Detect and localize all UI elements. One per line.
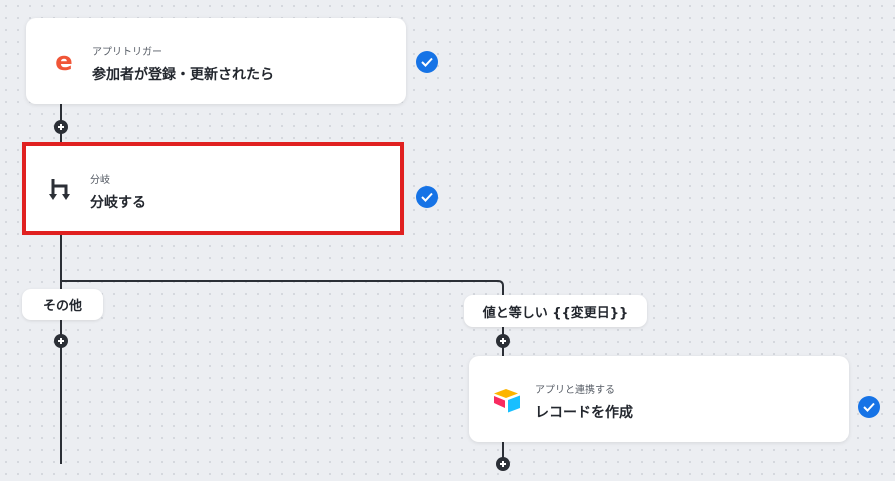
airtable-card[interactable]: アプリと連携する レコードを作成: [469, 356, 849, 442]
add-step-button[interactable]: [496, 457, 510, 471]
svg-text:e: e: [55, 49, 73, 75]
selection-highlight: [22, 142, 404, 235]
eventbrite-e-icon: e: [48, 46, 80, 78]
add-step-button[interactable]: [496, 334, 510, 348]
trigger-card[interactable]: e アプリトリガー 参加者が登録・更新されたら: [26, 18, 406, 104]
branch-corner: [494, 280, 504, 290]
connector-line: [60, 232, 62, 464]
add-step-button[interactable]: [54, 120, 68, 134]
card-title: 参加者が登録・更新されたら: [92, 67, 274, 83]
card-subtitle: アプリと連携する: [535, 385, 615, 396]
card-title: レコードを作成: [535, 405, 633, 421]
branch-connector-line: [60, 280, 498, 282]
add-step-button[interactable]: [54, 334, 68, 348]
branch-label-other[interactable]: その他: [22, 289, 103, 320]
branch-label-condition[interactable]: 値と等しい {{変更日}}: [464, 295, 647, 327]
check-icon: [416, 186, 438, 208]
check-icon: [416, 51, 438, 73]
card-subtitle: アプリトリガー: [92, 47, 162, 58]
airtable-icon: [491, 384, 523, 416]
check-icon: [858, 396, 880, 418]
